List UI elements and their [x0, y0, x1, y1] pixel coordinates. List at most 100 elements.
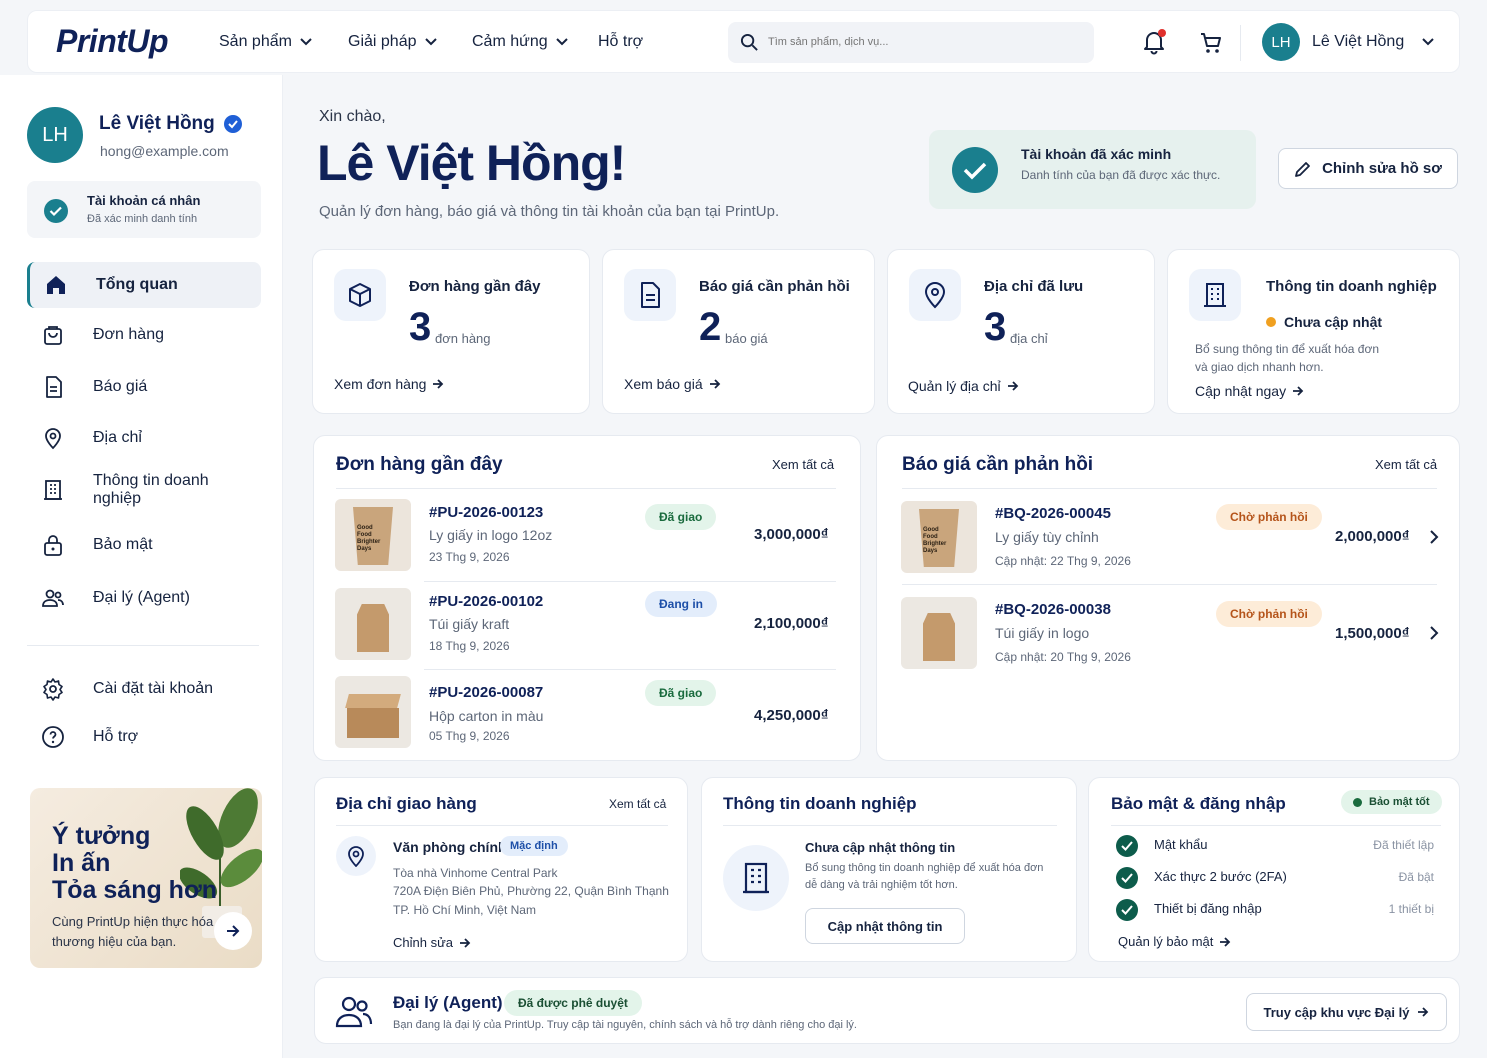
sidebar-item-help[interactable]: Hỗ trợ	[27, 714, 261, 760]
search-input[interactable]	[768, 30, 1078, 54]
check-circle-icon	[952, 147, 998, 193]
stat-icon-box	[624, 269, 676, 321]
sidebar-item-addresses[interactable]: Địa chỉ	[27, 415, 261, 461]
sidebar-item-overview[interactable]: Tổng quan	[27, 262, 261, 308]
arrow-right-icon	[227, 925, 240, 937]
sidebar-item-business[interactable]: Thông tin doanh nghiệp	[27, 467, 261, 513]
section-title: Thông tin doanh nghiệp	[723, 794, 917, 813]
view-all-addresses-link[interactable]: Xem tất cả	[609, 797, 666, 811]
shipping-address-card: Địa chỉ giao hàng Xem tất cả Văn phòng c…	[314, 777, 688, 962]
cup-text: Food	[923, 534, 938, 540]
promo-arrow-button[interactable]	[214, 912, 252, 950]
user-menu[interactable]: LH Lê Việt Hồng	[1262, 23, 1434, 61]
view-quotes-link[interactable]: Xem báo giá	[624, 376, 721, 392]
address-name: Văn phòng chính	[393, 839, 507, 855]
cart-button[interactable]	[1199, 31, 1223, 60]
search-bar[interactable]	[728, 22, 1094, 63]
stat-icon-box	[1189, 269, 1241, 321]
update-now-link[interactable]: Cập nhật ngay	[1195, 383, 1304, 399]
business-desc-2: dễ dàng và trải nghiệm tốt hơn.	[805, 879, 958, 891]
business-desc-1: Bổ sung thông tin doanh nghiệp để xuất h…	[805, 862, 1044, 874]
link-label: Xem đơn hàng	[334, 376, 427, 392]
stat-value: 2	[699, 305, 722, 349]
users-icon	[42, 589, 64, 607]
verified-card: Tài khoản đã xác minh Danh tính của bạn …	[929, 130, 1256, 209]
nav-cam-hung[interactable]: Cảm hứng	[472, 33, 568, 51]
stat-card-business: Thông tin doanh nghiệp Chưa cập nhật Bổ …	[1167, 249, 1460, 414]
pencil-icon	[1295, 161, 1310, 177]
map-pin-icon	[348, 846, 364, 867]
sidebar-item-security[interactable]: Bảo mật	[27, 522, 261, 568]
view-all-orders-link[interactable]: Xem tất cả	[772, 457, 834, 472]
default-badge: Mặc định	[500, 836, 568, 856]
edit-profile-button[interactable]: Chỉnh sửa hồ sơ	[1278, 148, 1458, 189]
sidebar-item-label: Cài đặt tài khoản	[93, 680, 214, 697]
quote-updated: Cập nhật: 22 Thg 9, 2026	[995, 554, 1131, 568]
quote-name: Ly giấy tùy chỉnh	[995, 529, 1099, 545]
edit-address-link[interactable]: Chỉnh sửa	[393, 935, 471, 950]
quote-id[interactable]: #BQ-2026-00038	[995, 601, 1111, 618]
quote-amount: 1,500,000₫	[1335, 625, 1410, 642]
promo-sub-1: Cùng PrintUp hiện thực hóa	[52, 914, 214, 929]
sidebar-item-label: Tổng quan	[96, 276, 178, 293]
link-label: Chỉnh sửa	[393, 935, 454, 950]
chevron-right-icon[interactable]	[1430, 530, 1439, 544]
divider	[723, 825, 1057, 826]
chevron-right-icon[interactable]	[1430, 626, 1439, 640]
stat-title: Đơn hàng gần đây	[409, 278, 541, 295]
nav-label: Giải pháp	[348, 33, 417, 50]
building-icon	[1204, 283, 1226, 307]
stat-icon-box	[909, 269, 961, 321]
security-value: 1 thiết bị	[1388, 902, 1434, 916]
bag-shape	[923, 613, 955, 661]
sidebar-item-agent[interactable]: Đại lý (Agent)	[27, 575, 261, 621]
check-circle-icon	[1116, 899, 1138, 921]
arrow-right-icon	[1418, 1007, 1429, 1017]
status-badge: Chờ phản hồi	[1216, 504, 1322, 530]
sidebar-item-orders[interactable]: Đơn hàng	[27, 312, 261, 358]
manage-addresses-link[interactable]: Quản lý địa chỉ	[908, 378, 1019, 394]
cup-text: Food	[357, 532, 372, 538]
status-label: Chưa cập nhật	[1284, 314, 1383, 330]
account-status-sub: Đã xác minh danh tính	[87, 213, 198, 225]
order-date: 05 Thg 9, 2026	[429, 729, 510, 743]
view-all-quotes-link[interactable]: Xem tất cả	[1375, 457, 1437, 472]
promo-banner[interactable]: Ý tưởng In ấn Tỏa sáng hơn Cùng PrintUp …	[30, 788, 262, 968]
link-label: Quản lý địa chỉ	[908, 378, 1001, 394]
check-circle-icon	[1116, 867, 1138, 889]
logo[interactable]: PrintUp	[56, 23, 169, 60]
agent-area-button[interactable]: Truy cập khu vực Đại lý	[1246, 993, 1447, 1031]
update-business-button[interactable]: Cập nhật thông tin	[805, 908, 965, 944]
order-id[interactable]: #PU-2026-00087	[429, 684, 543, 701]
manage-security-link[interactable]: Quản lý bảo mật	[1118, 934, 1231, 949]
view-orders-link[interactable]: Xem đơn hàng	[334, 376, 444, 392]
status-badge: Đang in	[645, 591, 717, 617]
sidebar-item-quotes[interactable]: Báo giá	[27, 364, 261, 410]
promo-line-2: In ấn	[52, 849, 111, 877]
stat-value: 3	[409, 305, 432, 349]
nav-san-pham[interactable]: Sản phẩm	[219, 33, 312, 51]
section-title: Bảo mật & đăng nhập	[1111, 794, 1286, 813]
nav-ho-tro[interactable]: Hỗ trợ	[598, 33, 643, 51]
security-row-2fa: Xác thực 2 bước (2FA) Đã bật	[1116, 866, 1434, 890]
stat-title: Thông tin doanh nghiệp	[1266, 278, 1437, 295]
check-circle-icon	[44, 199, 68, 223]
gear-icon	[43, 678, 63, 701]
order-id[interactable]: #PU-2026-00123	[429, 504, 543, 521]
sidebar-item-label: Đại lý (Agent)	[93, 589, 190, 606]
lock-icon	[44, 535, 62, 556]
nav-label: Sản phẩm	[219, 33, 292, 50]
stat-icon-box	[334, 269, 386, 321]
sidebar-item-label: Bảo mật	[93, 536, 153, 553]
quote-id[interactable]: #BQ-2026-00045	[995, 505, 1111, 522]
arrow-right-icon	[1220, 936, 1231, 947]
notification-button[interactable]	[1142, 29, 1168, 55]
nav-giai-phap[interactable]: Giải pháp	[348, 33, 437, 51]
agent-title: Đại lý (Agent)	[393, 993, 503, 1012]
sidebar-item-settings[interactable]: Cài đặt tài khoản	[27, 666, 261, 712]
arrow-right-icon	[709, 379, 720, 389]
user-name: Lê Việt Hồng	[1312, 33, 1405, 50]
order-id[interactable]: #PU-2026-00102	[429, 593, 543, 610]
shopping-bag-icon	[44, 326, 62, 345]
security-badge-label: Bảo mật tốt	[1369, 796, 1430, 808]
